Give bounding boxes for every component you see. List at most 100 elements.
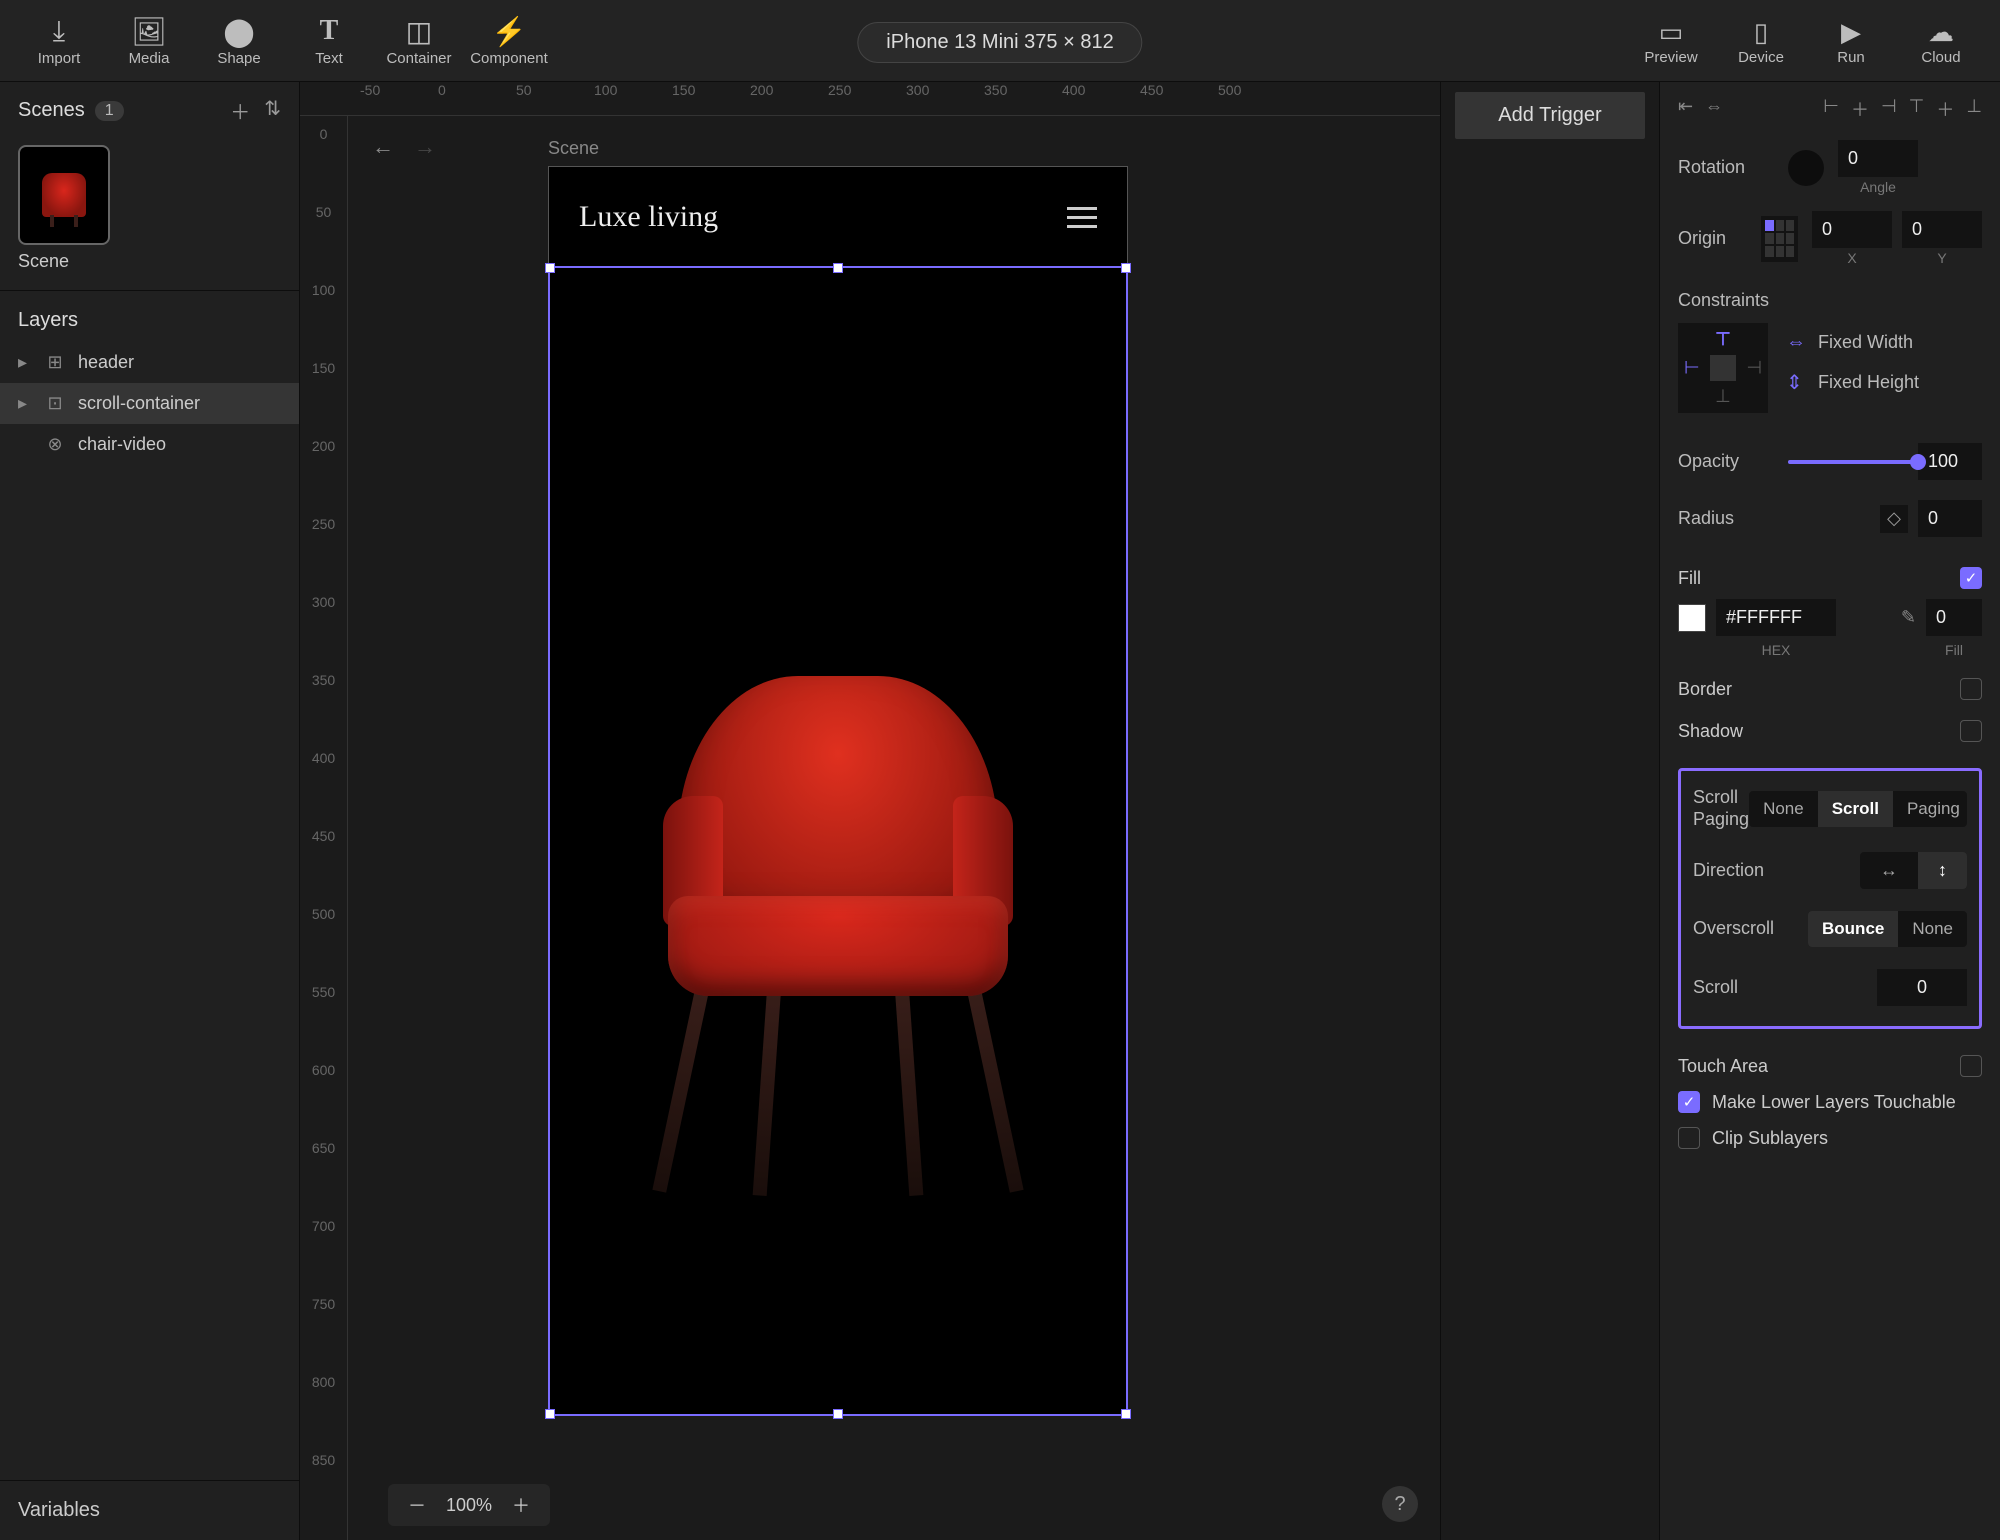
- align-center-h-icon[interactable]: ⇔: [1705, 96, 1723, 122]
- ruler-tick: 600: [300, 1062, 347, 1140]
- component-tool[interactable]: ⚡ Component: [464, 6, 554, 76]
- trigger-panel: Add Trigger: [1440, 82, 1660, 1540]
- fill-checkbox[interactable]: ✓: [1960, 567, 1982, 589]
- video-layer-icon: ⊗: [44, 434, 66, 455]
- anchor-top-icon[interactable]: ⊤: [1715, 329, 1731, 350]
- paging-scroll-option[interactable]: Scroll: [1818, 791, 1893, 827]
- align-middle-icon[interactable]: ＋: [1936, 96, 1954, 122]
- overscroll-none-option[interactable]: None: [1898, 911, 1967, 947]
- add-scene-icon[interactable]: ＋: [230, 96, 250, 125]
- layer-chair-video[interactable]: ▸ ⊗ chair-video: [0, 424, 299, 465]
- paging-none-option[interactable]: None: [1749, 791, 1818, 827]
- text-label: Text: [315, 50, 343, 67]
- ruler-horizontal: -50050100150200250300350400450500: [300, 82, 1440, 116]
- run-button[interactable]: ▶ Run: [1806, 6, 1896, 76]
- layer-header[interactable]: ▸ ⊞ header: [0, 342, 299, 383]
- cloud-label: Cloud: [1921, 49, 1960, 66]
- cloud-button[interactable]: ☁ Cloud: [1896, 6, 1986, 76]
- anchor-left-icon[interactable]: ⊢: [1684, 358, 1700, 379]
- overscroll-segmented: Bounce None: [1808, 911, 1967, 947]
- fill-swatch[interactable]: [1678, 604, 1706, 632]
- ruler-tick: 750: [300, 1296, 347, 1374]
- fill-value-input[interactable]: [1926, 599, 1982, 636]
- preview-button[interactable]: ▭ Preview: [1626, 6, 1716, 76]
- clip-sublayers-checkbox[interactable]: [1678, 1127, 1700, 1149]
- ruler-tick: 150: [300, 360, 347, 438]
- zoom-value[interactable]: 100%: [446, 1495, 492, 1516]
- touch-area-checkbox[interactable]: [1960, 1055, 1982, 1077]
- ruler-tick: 100: [594, 82, 672, 115]
- rotation-input[interactable]: [1838, 140, 1918, 177]
- origin-y-input[interactable]: [1902, 211, 1982, 248]
- ruler-tick: 650: [300, 1140, 347, 1218]
- import-tool[interactable]: ⤓ Import: [14, 6, 104, 76]
- nav-forward-icon[interactable]: →: [414, 134, 436, 160]
- fixed-height-button[interactable]: ⇕ Fixed Height: [1786, 362, 1919, 403]
- preview-icon: ▭: [1659, 15, 1684, 49]
- inspector-panel: ⇤ ⇔ ⊢ ＋ ⊣ ⊤ ＋ ⊥ Rotation Angle Origin: [1660, 82, 2000, 1540]
- hex-sublabel: HEX: [1716, 642, 1836, 658]
- ruler-tick: -50: [360, 82, 438, 115]
- ruler-tick: 850: [300, 1452, 347, 1530]
- zoom-in-icon[interactable]: ＋: [512, 1492, 530, 1518]
- align-left-icon[interactable]: ⇤: [1678, 96, 1693, 122]
- container-layer-icon: ⊡: [44, 393, 66, 414]
- menu-icon[interactable]: [1067, 207, 1097, 228]
- top-toolbar: ⤓ Import 🖼 Media ⬤ Shape T Text ◫ Contai…: [0, 0, 2000, 82]
- app-header: Luxe living: [549, 167, 1127, 267]
- ruler-tick: 350: [300, 672, 347, 750]
- variables-title[interactable]: Variables: [0, 1480, 299, 1540]
- scene-name[interactable]: Scene: [0, 249, 299, 290]
- text-tool[interactable]: T Text: [284, 6, 374, 76]
- fill-sublabel: Fill: [1926, 642, 1982, 658]
- container-icon: ◫: [406, 14, 432, 48]
- ruler-tick: 0: [300, 126, 347, 204]
- align-left2-icon[interactable]: ⊢: [1823, 96, 1839, 122]
- anchor-right-icon[interactable]: ⊣: [1746, 358, 1762, 379]
- device-button[interactable]: ▯ Device: [1716, 6, 1806, 76]
- origin-grid[interactable]: [1761, 216, 1798, 262]
- radius-mode-icon[interactable]: ◇: [1880, 505, 1908, 533]
- paging-paging-option[interactable]: Paging: [1893, 791, 1967, 827]
- opacity-input[interactable]: [1918, 443, 1982, 480]
- device-selector[interactable]: iPhone 13 Mini 375 × 812: [857, 22, 1142, 63]
- container-tool[interactable]: ◫ Container: [374, 6, 464, 76]
- border-checkbox[interactable]: [1960, 678, 1982, 700]
- direction-vertical-icon[interactable]: ↕: [1918, 852, 1967, 889]
- fixed-width-label: Fixed Width: [1818, 332, 1913, 353]
- align-right-icon[interactable]: ⊣: [1881, 96, 1897, 122]
- nav-back-icon[interactable]: ←: [372, 134, 394, 160]
- origin-x-input[interactable]: [1812, 211, 1892, 248]
- canvas-scene-label[interactable]: Scene: [548, 138, 599, 159]
- canvas-stage[interactable]: ← → Scene Luxe living: [348, 116, 1440, 1540]
- lower-layers-checkbox[interactable]: ✓: [1678, 1091, 1700, 1113]
- direction-horizontal-icon[interactable]: ↔: [1860, 852, 1918, 889]
- opacity-slider[interactable]: [1788, 460, 1918, 464]
- ruler-tick: 300: [906, 82, 984, 115]
- fixed-width-button[interactable]: ⇔ Fixed Width: [1786, 323, 1919, 362]
- radius-input[interactable]: [1918, 500, 1982, 537]
- ruler-tick: 400: [300, 750, 347, 828]
- rotation-dial[interactable]: [1788, 150, 1824, 186]
- zoom-out-icon[interactable]: －: [408, 1492, 426, 1518]
- add-trigger-button[interactable]: Add Trigger: [1455, 92, 1645, 139]
- media-tool[interactable]: 🖼 Media: [104, 6, 194, 76]
- media-icon: 🖼: [131, 14, 167, 48]
- shape-tool[interactable]: ⬤ Shape: [194, 6, 284, 76]
- align-top-icon[interactable]: ⊤: [1909, 96, 1925, 122]
- anchor-bottom-icon[interactable]: ⊥: [1715, 386, 1731, 407]
- help-icon[interactable]: ?: [1382, 1486, 1418, 1522]
- overscroll-bounce-option[interactable]: Bounce: [1808, 911, 1898, 947]
- layer-name: scroll-container: [78, 393, 200, 414]
- shadow-checkbox[interactable]: [1960, 720, 1982, 742]
- layer-scroll-container[interactable]: ▸ ⊡ scroll-container: [0, 383, 299, 424]
- align-center2-icon[interactable]: ＋: [1851, 96, 1869, 122]
- eyedropper-icon[interactable]: ✎: [1901, 607, 1916, 628]
- scene-settings-icon[interactable]: ⇅: [264, 96, 281, 125]
- anchor-control[interactable]: ⊤ ⊥ ⊢ ⊣: [1678, 323, 1768, 413]
- fill-hex-input[interactable]: [1716, 599, 1836, 636]
- component-icon: ⚡: [492, 14, 527, 48]
- align-bottom-icon[interactable]: ⊥: [1966, 96, 1982, 122]
- scene-thumbnail[interactable]: [18, 145, 110, 245]
- scroll-value-input[interactable]: [1877, 969, 1967, 1006]
